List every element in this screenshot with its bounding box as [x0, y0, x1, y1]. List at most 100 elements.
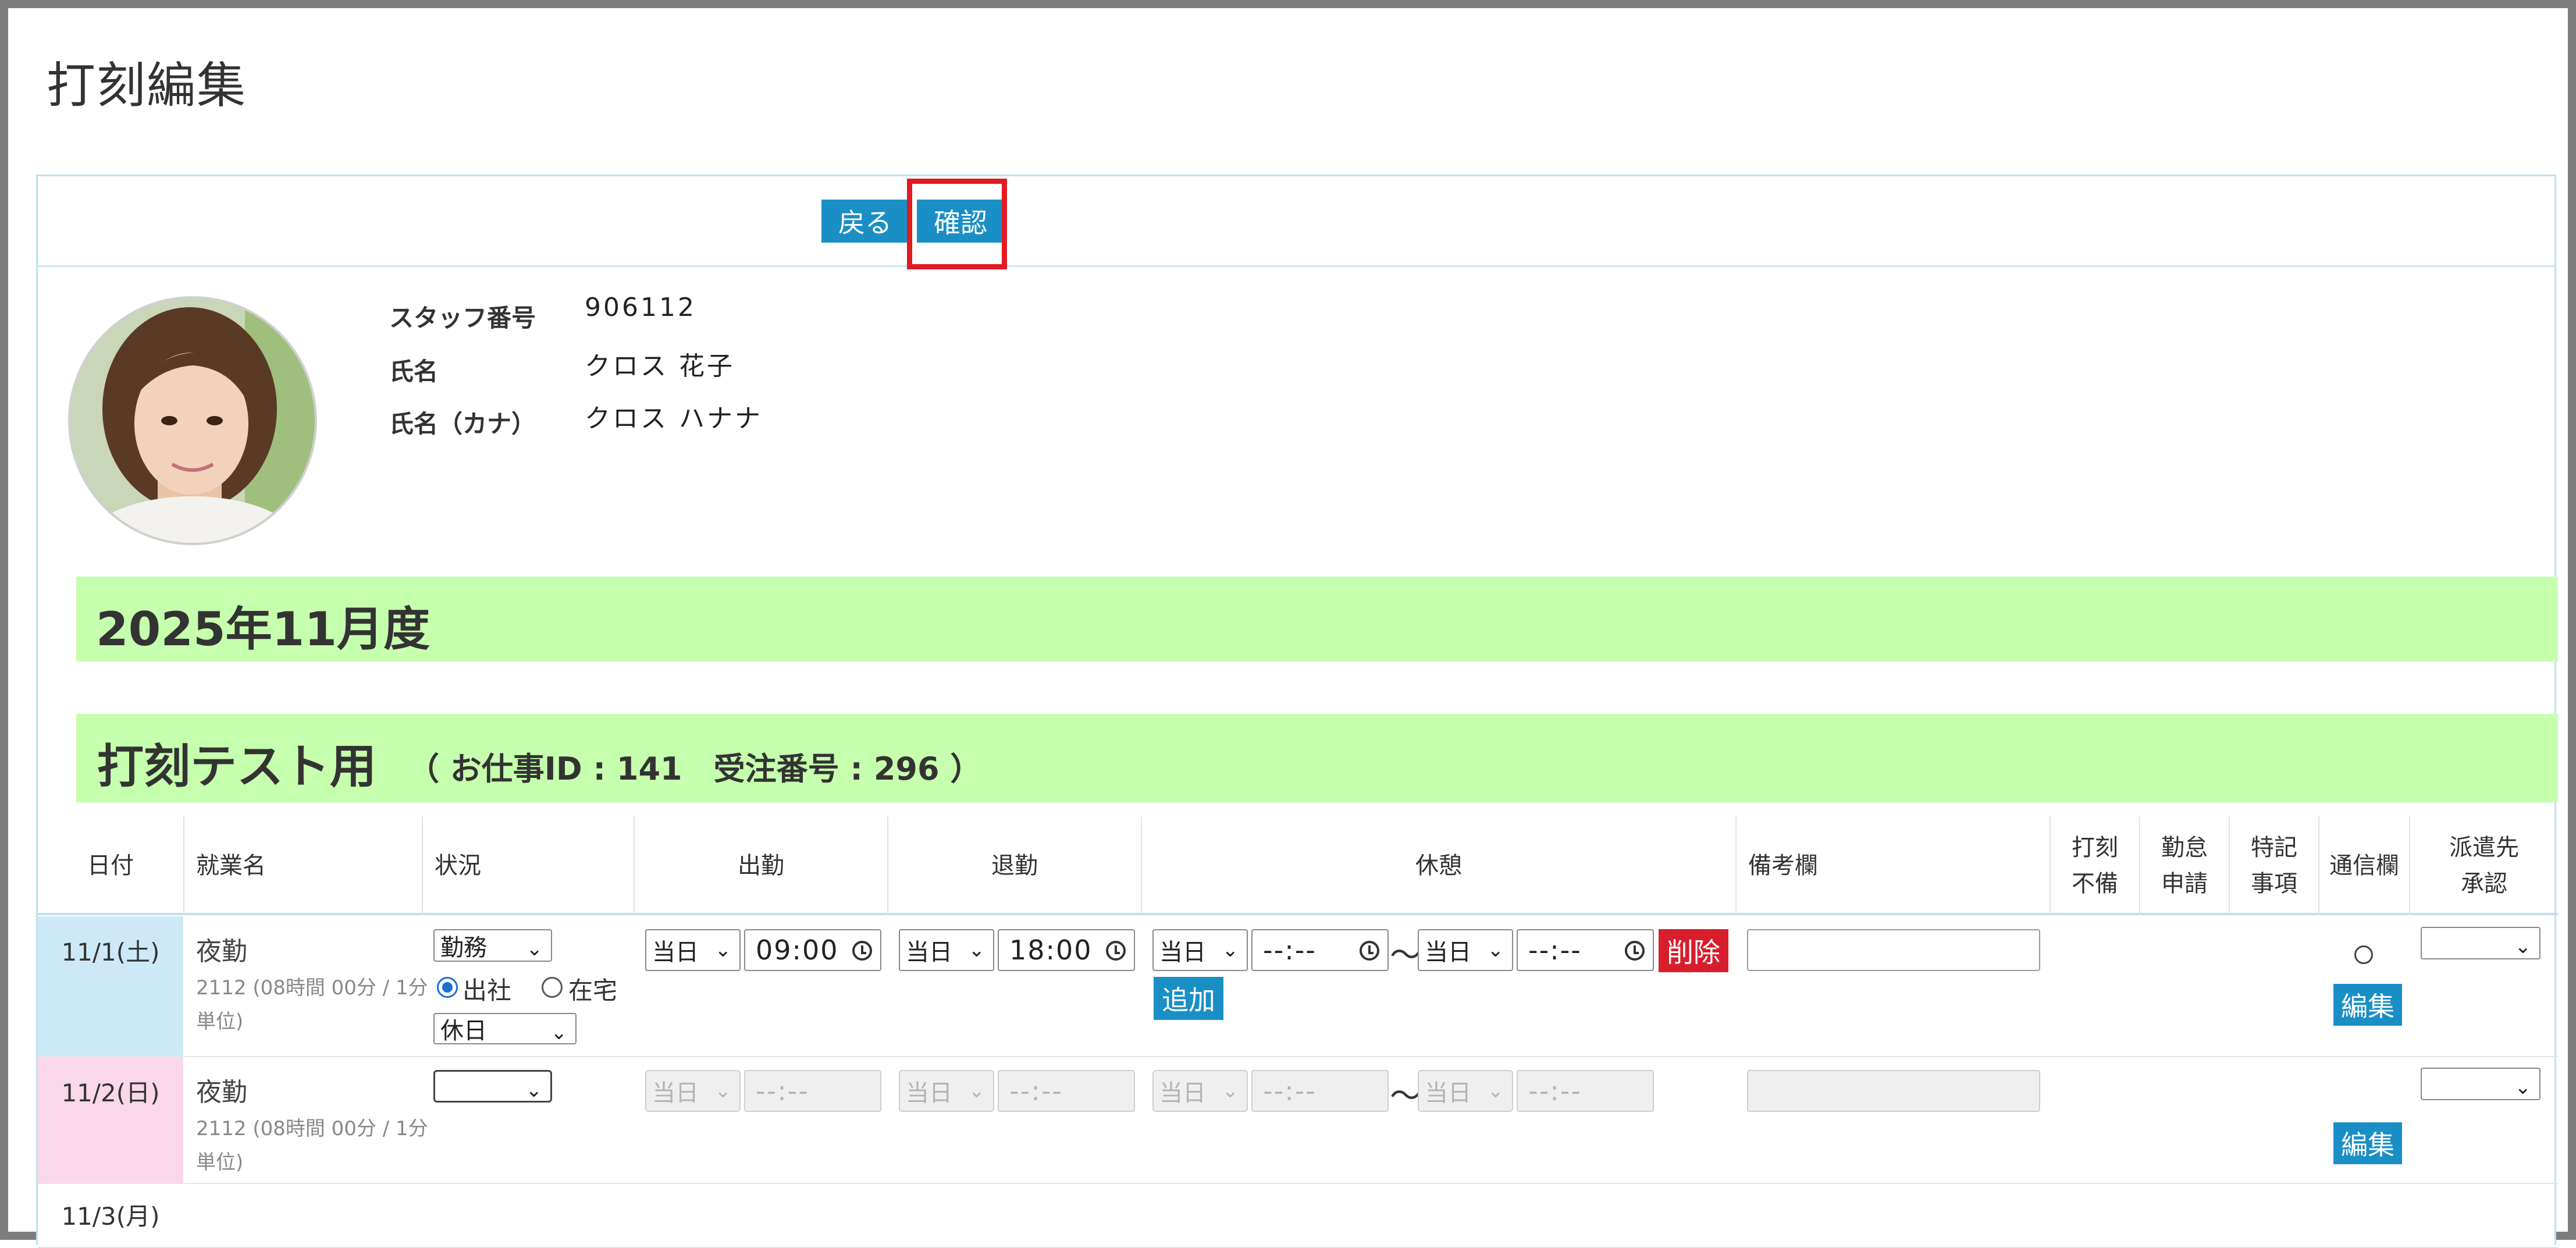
header-special-line2: 事項 [2251, 870, 2297, 897]
header-approval-line2: 承認 [2461, 870, 2507, 897]
chevron-down-icon: ⌄ [968, 1079, 985, 1103]
main-panel: 戻る 確認 スタッフ番号 906112 氏名 クロス 花子 氏名（カナ） クロス… [36, 175, 2558, 1248]
clock-in-time-input[interactable]: 09:00 [744, 929, 881, 971]
chevron-down-icon: ⌄ [1487, 1079, 1504, 1103]
clock-icon [1625, 941, 1645, 961]
holiday-select-value: 休日 [440, 1018, 487, 1044]
chevron-down-icon: ⌄ [2514, 1076, 2532, 1099]
break-end-time-value: --:-- [1528, 934, 1582, 966]
break-end-day-select[interactable]: 当日 ⌄ [1418, 929, 1513, 971]
work-detail: 2112 (08時間 00分 / 1分単位) [196, 976, 428, 1033]
header-attendance-line1: 勤怠 [2161, 834, 2208, 861]
work-detail: 2112 (08時間 00分 / 1分単位) [196, 1117, 428, 1174]
remarks-input[interactable] [1747, 929, 2040, 971]
status-select[interactable]: 勤務 ⌄ [433, 929, 552, 962]
clock-in-time-value: 09:00 [756, 934, 839, 966]
remarks-input [1747, 1070, 2040, 1112]
add-break-button[interactable]: 追加 [1154, 977, 1223, 1020]
chevron-down-icon: ⌄ [968, 938, 985, 962]
chevron-down-icon: ⌄ [525, 1079, 543, 1102]
staff-number-label: スタッフ番号 [389, 304, 536, 332]
month-band: 2025年11月度 [76, 577, 2558, 662]
edit-comm-button[interactable]: 編集 [2333, 984, 2402, 1026]
radio-home-label: 在宅 [568, 976, 618, 1005]
delete-break-button[interactable]: 削除 [1659, 929, 1728, 972]
clock-in-day-value: 当日 [652, 939, 699, 966]
work-name: 夜勤 [196, 1078, 247, 1107]
job-band: 打刻テスト用 （ お仕事ID : 141 受注番号 : 296 ） [76, 714, 2558, 802]
chevron-down-icon: ⌄ [2514, 935, 2532, 958]
job-subtitle: （ お仕事ID : 141 受注番号 : 296 ） [408, 751, 982, 787]
break-end-time-input: --:-- [1517, 1070, 1654, 1112]
header-special-notes: 特記 事項 [2229, 816, 2318, 915]
header-break: 休憩 [1141, 816, 1735, 915]
header-attendance-line2: 申請 [2161, 870, 2208, 897]
header-missing-punch: 打刻 不備 [2050, 816, 2139, 915]
break-end-day-select: 当日 ⌄ [1418, 1070, 1513, 1112]
work-name: 夜勤 [196, 937, 247, 966]
break-start-day-select: 当日 ⌄ [1152, 1070, 1248, 1112]
comm-status-icon [2354, 945, 2373, 964]
header-missing-punch-line1: 打刻 [2072, 834, 2118, 861]
edit-comm-button[interactable]: 編集 [2333, 1122, 2402, 1164]
clock-out-time-input: --:-- [998, 1070, 1135, 1112]
holiday-select[interactable]: 休日 ⌄ [433, 1013, 577, 1044]
break-start-day-value: 当日 [1159, 939, 1206, 966]
staff-number-value: 906112 [585, 293, 696, 322]
break-start-day-select[interactable]: 当日 ⌄ [1152, 929, 1248, 971]
break-range-tilde: 〜 [1390, 937, 1421, 973]
table-row: 11/3(月) [38, 1184, 2558, 1248]
approval-select[interactable]: ⌄ [2421, 1068, 2541, 1100]
break-start-time-input: --:-- [1251, 1070, 1389, 1112]
clock-in-day-value: 当日 [652, 1080, 699, 1107]
break-end-day-value: 当日 [1425, 939, 1471, 966]
radio-office-label: 出社 [462, 976, 512, 1005]
header-remarks: 備考欄 [1735, 816, 2050, 915]
chevron-down-icon: ⌄ [1487, 938, 1504, 962]
toolbar: 戻る 確認 [38, 176, 2554, 269]
chevron-down-icon: ⌄ [550, 1021, 568, 1044]
header-attendance-request: 勤怠 申請 [2139, 816, 2229, 915]
radio-home[interactable] [542, 977, 563, 998]
date-cell: 11/2(日) [38, 1057, 183, 1183]
chevron-down-icon: ⌄ [714, 1079, 732, 1103]
staff-name-label: 氏名 [389, 357, 439, 386]
radio-office[interactable] [437, 977, 458, 998]
clock-out-day-value: 当日 [906, 939, 952, 966]
clock-out-day-value: 当日 [906, 1080, 952, 1107]
clock-icon [1360, 941, 1379, 961]
staff-name-value: クロス 花子 [585, 351, 735, 381]
header-status: 状況 [422, 816, 634, 915]
clock-out-time-value: 18:00 [1009, 934, 1093, 966]
month-title: 2025年11月度 [96, 602, 430, 656]
break-start-time-value: --:-- [1263, 934, 1317, 966]
clock-out-time-input[interactable]: 18:00 [998, 929, 1135, 971]
clock-in-day-select: 当日 ⌄ [645, 1070, 741, 1112]
clock-icon [852, 941, 872, 961]
table-row: 11/1(土) 夜勤 2112 (08時間 00分 / 1分単位) 勤務 ⌄ 出… [38, 916, 2558, 1057]
date-cell: 11/1(土) [38, 916, 183, 1056]
header-clock-in: 出勤 [634, 816, 887, 915]
table-row: 11/2(日) 夜勤 2112 (08時間 00分 / 1分単位) ⌄ 当日 ⌄… [38, 1057, 2558, 1184]
clock-out-day-select[interactable]: 当日 ⌄ [899, 929, 994, 971]
header-approval-line1: 派遣先 [2449, 834, 2519, 861]
break-range-tilde: 〜 [1390, 1078, 1421, 1114]
chevron-down-icon: ⌄ [1222, 1079, 1239, 1103]
approval-select[interactable]: ⌄ [2421, 927, 2541, 959]
clock-in-day-select[interactable]: 当日 ⌄ [645, 929, 741, 971]
break-end-day-value: 当日 [1425, 1080, 1471, 1107]
chevron-down-icon: ⌄ [714, 938, 732, 962]
back-button[interactable]: 戻る [821, 200, 909, 243]
staff-avatar [68, 296, 317, 545]
break-end-time-input[interactable]: --:-- [1517, 929, 1654, 971]
break-start-time-input[interactable]: --:-- [1251, 929, 1389, 971]
header-work-name: 就業名 [183, 816, 422, 915]
status-select[interactable]: ⌄ [433, 1070, 552, 1103]
clock-in-time-input: --:-- [744, 1070, 881, 1112]
header-date: 日付 [87, 852, 134, 879]
job-title: 打刻テスト用 [97, 739, 376, 794]
status-select-value: 勤務 [440, 934, 487, 961]
header-clock-out: 退勤 [887, 816, 1141, 915]
page-title: 打刻編集 [47, 57, 247, 114]
confirm-button-highlight [907, 179, 1007, 269]
